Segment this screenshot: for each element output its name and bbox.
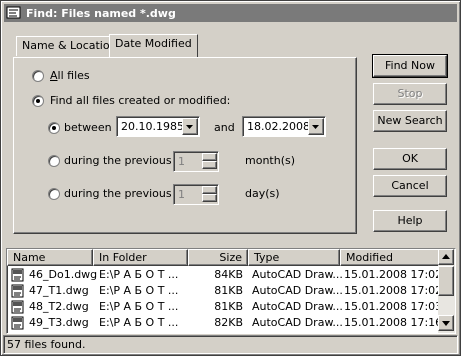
dwg-file-icon bbox=[11, 284, 25, 298]
find-all-radio[interactable] bbox=[32, 95, 44, 107]
status-bar: 57 files found. bbox=[3, 335, 458, 354]
tab-name-location[interactable]: Name & Location bbox=[16, 36, 123, 56]
cell-size: 84KB bbox=[214, 268, 243, 281]
spin-down-icon[interactable] bbox=[202, 194, 217, 202]
from-date-combo[interactable]: 20.10.1985 bbox=[116, 116, 200, 137]
cell-folder: E:\Р А Б О Т ... bbox=[99, 268, 179, 281]
column-header-name[interactable]: Name bbox=[7, 249, 93, 266]
dwg-file-icon bbox=[11, 268, 25, 282]
cell-modified: 15.01.2008 17:02 bbox=[344, 268, 443, 281]
table-row[interactable]: 47_T1.dwg E:\Р А Б О Т ... 81KB AutoCAD Dra… bbox=[7, 283, 443, 299]
months-stepper[interactable]: 1 bbox=[173, 151, 219, 172]
days-value: 1 bbox=[178, 188, 185, 201]
cell-name: 48_T2.dwg bbox=[29, 300, 89, 313]
find-dialog: Find: Files named *.dwg Name & Location … bbox=[0, 0, 461, 356]
previous-days-label: during the previous bbox=[64, 187, 172, 200]
title-bar[interactable]: Find: Files named *.dwg bbox=[4, 4, 457, 22]
cell-type: AutoCAD Draw... bbox=[252, 284, 343, 297]
table-row[interactable]: 46_Do1.dwg E:\Р А Б О Т ... 84KB AutoCAD Dr… bbox=[7, 267, 443, 283]
tab-label: Name & Location bbox=[22, 39, 117, 52]
cell-name: 46_Do1.dwg bbox=[29, 268, 98, 281]
to-date-combo[interactable]: 18.02.2008 bbox=[242, 116, 326, 137]
previous-months-radio[interactable] bbox=[48, 155, 60, 167]
cell-type: AutoCAD Draw... bbox=[252, 300, 343, 313]
between-radio[interactable] bbox=[48, 122, 60, 134]
tab-date-modified[interactable]: Date Modified bbox=[109, 34, 198, 57]
scroll-down-icon[interactable] bbox=[438, 315, 454, 331]
new-search-button[interactable]: New Search bbox=[373, 110, 447, 132]
cell-size: 81KB bbox=[214, 300, 243, 313]
cell-modified: 15.01.2008 17:03 bbox=[344, 300, 443, 313]
cell-type: AutoCAD Draw... bbox=[252, 316, 343, 329]
spin-up-icon[interactable] bbox=[202, 186, 217, 194]
cancel-button[interactable]: Cancel bbox=[373, 175, 447, 197]
spin-down-icon[interactable] bbox=[202, 161, 217, 169]
scroll-thumb[interactable] bbox=[438, 266, 454, 296]
cell-type: AutoCAD Draw... bbox=[252, 268, 343, 281]
from-date-value: 20.10.1985 bbox=[121, 120, 184, 133]
all-files-label: All files bbox=[50, 69, 90, 82]
find-all-label: Find all files created or modified: bbox=[50, 94, 231, 107]
months-value: 1 bbox=[178, 155, 185, 168]
between-label: between bbox=[64, 121, 112, 134]
cell-modified: 15.01.2008 17:16 bbox=[344, 316, 443, 329]
months-unit-label: month(s) bbox=[245, 154, 296, 167]
cell-size: 81KB bbox=[214, 284, 243, 297]
previous-months-label: during the previous bbox=[64, 154, 172, 167]
previous-days-radio[interactable] bbox=[48, 188, 60, 200]
scroll-up-icon[interactable] bbox=[438, 249, 454, 265]
results-list[interactable]: Name In Folder Size Type Modified 46_Do1… bbox=[6, 248, 456, 334]
spin-up-icon[interactable] bbox=[202, 153, 217, 161]
chevron-down-icon[interactable] bbox=[308, 118, 324, 135]
ok-button[interactable]: OK bbox=[373, 148, 447, 170]
dwg-file-icon bbox=[11, 316, 25, 330]
cell-size: 82KB bbox=[214, 316, 243, 329]
column-header-modified[interactable]: Modified bbox=[340, 249, 440, 266]
and-label: and bbox=[214, 121, 235, 134]
status-text: 57 files found. bbox=[7, 338, 86, 351]
cell-name: 49_T3.dwg bbox=[29, 316, 89, 329]
days-stepper[interactable]: 1 bbox=[173, 184, 219, 205]
find-files-icon bbox=[6, 6, 22, 20]
stop-button[interactable]: Stop bbox=[373, 83, 447, 105]
chevron-down-icon[interactable] bbox=[182, 118, 198, 135]
cell-folder: E:\Р А Б О Т ... bbox=[99, 300, 179, 313]
dwg-file-icon bbox=[11, 300, 25, 314]
find-now-button[interactable]: Find Now bbox=[372, 54, 448, 78]
vertical-scrollbar[interactable] bbox=[438, 249, 455, 333]
cell-folder: E:\Р А Б О Т ... bbox=[99, 284, 179, 297]
days-unit-label: day(s) bbox=[245, 187, 280, 200]
table-row[interactable]: 49_T3.dwg E:\Р А Б О Т ... 82KB AutoCAD Dra… bbox=[7, 315, 443, 331]
date-modified-panel: All files Find all files created or modi… bbox=[13, 57, 357, 234]
column-header-type[interactable]: Type bbox=[248, 249, 340, 266]
window-title: Find: Files named *.dwg bbox=[26, 6, 176, 20]
column-header-folder[interactable]: In Folder bbox=[93, 249, 188, 266]
all-files-radio[interactable] bbox=[32, 70, 44, 82]
cell-modified: 15.01.2008 17:02 bbox=[344, 284, 443, 297]
cell-name: 47_T1.dwg bbox=[29, 284, 89, 297]
help-button[interactable]: Help bbox=[373, 210, 447, 232]
tab-label: Date Modified bbox=[115, 37, 192, 50]
table-row[interactable]: 48_T2.dwg E:\Р А Б О Т ... 81KB AutoCAD Dra… bbox=[7, 299, 443, 315]
column-header-size[interactable]: Size bbox=[188, 249, 248, 266]
cell-folder: E:\Р А Б О Т ... bbox=[99, 316, 179, 329]
to-date-value: 18.02.2008 bbox=[247, 120, 310, 133]
